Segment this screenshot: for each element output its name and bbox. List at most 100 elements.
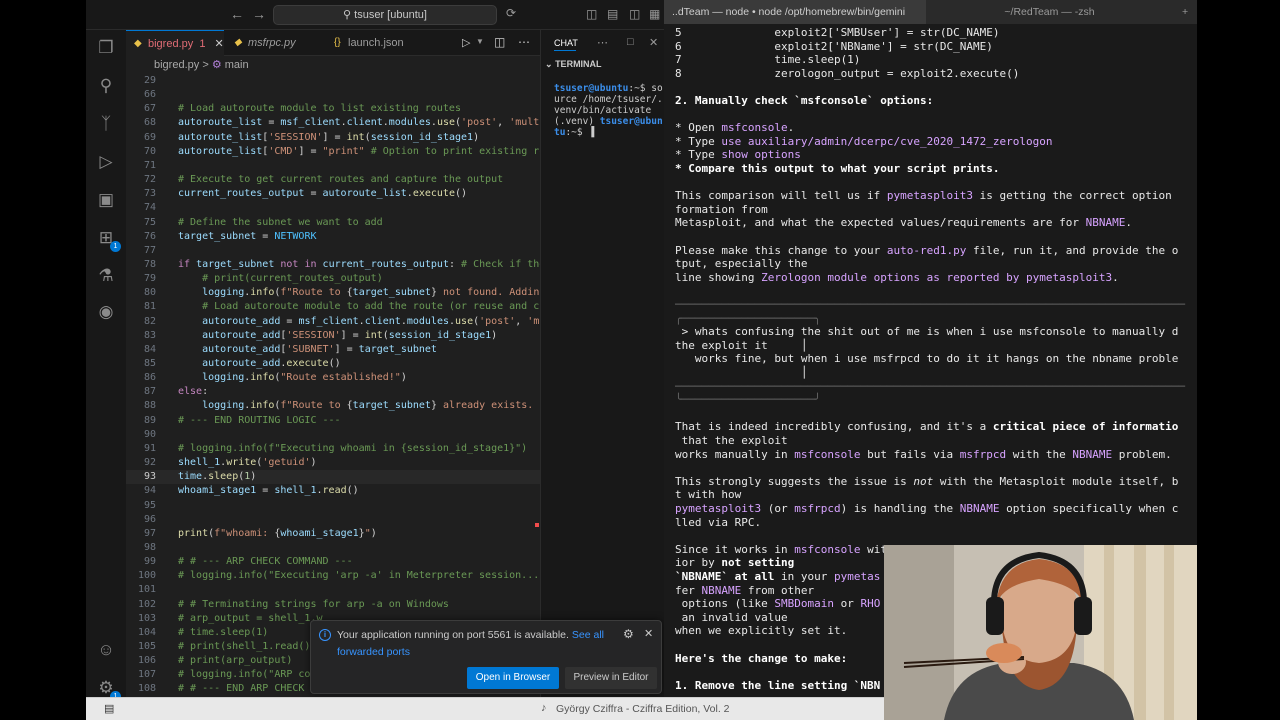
- code-line[interactable]: 76 target_subnet = NETWORK: [126, 230, 540, 244]
- run-python-icon[interactable]: ▷: [462, 36, 470, 49]
- close-icon[interactable]: ✕: [644, 627, 653, 640]
- code-line[interactable]: 86 logging.info("Route established!"): [126, 371, 540, 385]
- breadcrumb-symbol[interactable]: main: [225, 59, 249, 71]
- maximize-icon[interactable]: □: [627, 36, 634, 48]
- toggle-secondary-sidebar-icon[interactable]: ◫: [629, 7, 640, 21]
- code-line[interactable]: 95: [126, 499, 540, 513]
- code-line[interactable]: 72 # Execute to get current routes and ca…: [126, 173, 540, 187]
- code-line[interactable]: 101: [126, 583, 540, 597]
- code-line[interactable]: 92 shell_1.write('getuid'): [126, 456, 540, 470]
- back-arrow-icon[interactable]: ←: [230, 6, 244, 22]
- code-line[interactable]: 94 whoami_stage1 = shell_1.read(): [126, 484, 540, 498]
- terminal-header[interactable]: ⌄ TERMINAL: [545, 59, 602, 70]
- toggle-sidebar-icon[interactable]: ◫: [586, 7, 597, 21]
- see-all-link[interactable]: See all: [572, 629, 604, 641]
- code-line[interactable]: 83 autoroute_add['SESSION'] = int(sessio…: [126, 329, 540, 343]
- run-dropdown-icon[interactable]: ▼: [476, 37, 484, 46]
- chat-tab[interactable]: CHAT: [554, 38, 578, 48]
- code-line[interactable]: 78 if target_subnet not in current_routes…: [126, 258, 540, 272]
- code-text: # print(arp_output): [178, 655, 293, 667]
- code-line[interactable]: 80 logging.info(f"Route to {target_subne…: [126, 286, 540, 300]
- terminal-tab-zsh[interactable]: ~/RedTeam — -zsh: [927, 0, 1172, 24]
- code-line[interactable]: 71: [126, 159, 540, 173]
- open-in-browser-button[interactable]: Open in Browser: [467, 667, 559, 689]
- code-line[interactable]: 29: [126, 74, 540, 88]
- tab-msfrpc[interactable]: ◆ msfrpc.py: [226, 30, 324, 56]
- line-number: 84: [143, 343, 156, 355]
- line-number: 95: [143, 499, 156, 511]
- explorer-icon[interactable]: ❐: [94, 36, 118, 60]
- activity-bar: ❐ ⚲ ᛉ ▷ ▣ ⊞1 ⚗ ◉ ☺ ⚙1: [86, 30, 126, 702]
- code-line[interactable]: 79 # print(current_routes_output): [126, 272, 540, 286]
- code-line[interactable]: 81 # Load autoroute module to add the ro…: [126, 300, 540, 314]
- info-icon: i: [319, 629, 331, 641]
- search-icon[interactable]: ⚲: [94, 74, 118, 98]
- code-line[interactable]: 85 autoroute_add.execute(): [126, 357, 540, 371]
- code-line[interactable]: 67 # Load autoroute module to list existi…: [126, 102, 540, 116]
- code-line[interactable]: 73 current_routes_output = autoroute_list…: [126, 187, 540, 201]
- code-line[interactable]: 98: [126, 541, 540, 555]
- close-panel-icon[interactable]: ✕: [649, 36, 658, 49]
- code-line[interactable]: 69 autoroute_list['SESSION'] = int(sessio…: [126, 131, 540, 145]
- more-icon[interactable]: ⋯: [597, 36, 608, 49]
- forward-arrow-icon[interactable]: →: [252, 6, 266, 22]
- copilot-icon[interactable]: ⟳: [506, 6, 516, 20]
- terminal-line: tsuser@ubuntu:~$ so: [554, 83, 663, 94]
- code-line[interactable]: 93 time.sleep(1): [126, 470, 540, 485]
- code-line[interactable]: 99 # # --- ARP CHECK COMMAND ---: [126, 555, 540, 569]
- tab-bigred[interactable]: ◆ bigred.py 1 ✕: [126, 30, 224, 56]
- line-number: 102: [137, 598, 156, 610]
- line-number: 98: [143, 541, 156, 553]
- more-actions-icon[interactable]: ⋯: [518, 35, 530, 49]
- terminal-output-line: formation from: [675, 202, 768, 216]
- terminal-output-line: tput, especially the: [675, 257, 808, 271]
- code-line[interactable]: 87 else:: [126, 385, 540, 399]
- code-line[interactable]: 75 # Define the subnet we want to add: [126, 216, 540, 230]
- code-line[interactable]: 77: [126, 244, 540, 258]
- code-line[interactable]: 88 logging.info(f"Route to {target_subne…: [126, 399, 540, 413]
- account-icon[interactable]: ☺: [94, 638, 118, 662]
- code-area[interactable]: 29 66 67 # Load autoroute module to list ex…: [126, 74, 540, 700]
- code-line[interactable]: 70 autoroute_list['CMD'] = "print" # Opti…: [126, 145, 540, 159]
- gear-icon[interactable]: ⚙: [623, 627, 634, 641]
- terminal-output-line: ╭────────────────────╮: [675, 311, 821, 325]
- code-line[interactable]: 102 # # Terminating strings for arp -a on…: [126, 598, 540, 612]
- breadcrumb-file[interactable]: bigred.py: [154, 59, 199, 71]
- customize-layout-icon[interactable]: ▦: [649, 7, 660, 21]
- code-line[interactable]: 74: [126, 201, 540, 215]
- code-line[interactable]: 91 # logging.info(f"Executing whoami in {…: [126, 442, 540, 456]
- screen: { "vscode": { "command_center": "tsuser …: [0, 0, 1280, 720]
- code-line[interactable]: 90: [126, 428, 540, 442]
- right-letterbox: [1197, 0, 1280, 720]
- code-line[interactable]: 84 autoroute_add['SUBNET'] = target_subn…: [126, 343, 540, 357]
- code-line[interactable]: 66: [126, 88, 540, 102]
- python-file-icon: ◆: [134, 38, 142, 49]
- extensions-icon[interactable]: ⊞ 1: [94, 226, 121, 252]
- command-center[interactable]: ⚲ tsuser [ubuntu]: [273, 5, 497, 25]
- code-line[interactable]: 96: [126, 513, 540, 527]
- github-icon[interactable]: ◉: [94, 300, 118, 324]
- code-line[interactable]: 97 print(f"whoami: {whoami_stage1}"): [126, 527, 540, 541]
- sidebar-toggle-icon[interactable]: ▤: [104, 702, 114, 715]
- code-line[interactable]: 100 # logging.info("Executing 'arp -a' in…: [126, 569, 540, 583]
- run-debug-icon[interactable]: ▷: [94, 150, 118, 174]
- forwarded-ports-link[interactable]: forwarded ports: [337, 646, 410, 658]
- new-tab-button[interactable]: +: [1176, 0, 1197, 24]
- split-editor-icon[interactable]: ◫: [494, 35, 505, 49]
- code-line[interactable]: 68 autoroute_list = msf_client.client.mod…: [126, 116, 540, 130]
- testing-icon[interactable]: ⚗: [94, 264, 118, 288]
- terminal-output-line: `NBNAME` at all in your pymetas: [675, 570, 881, 583]
- line-number: 85: [143, 358, 156, 369]
- toggle-panel-icon[interactable]: ▤: [607, 7, 618, 21]
- terminal-output-line: * Open msfconsole.: [675, 121, 795, 135]
- terminal-tab-gemini[interactable]: ..dTeam — node • node /opt/homebrew/bin/…: [664, 0, 926, 24]
- code-line[interactable]: 89 # --- END ROUTING LOGIC ---: [126, 414, 540, 428]
- close-tab-icon[interactable]: ✕: [215, 38, 224, 50]
- code-line[interactable]: 82 autoroute_add = msf_client.client.mod…: [126, 315, 540, 329]
- remote-explorer-icon[interactable]: ▣: [94, 188, 118, 212]
- preview-in-editor-button[interactable]: Preview in Editor: [565, 667, 657, 689]
- symbol-icon: ⚙: [211, 59, 222, 71]
- source-control-icon[interactable]: ᛉ: [94, 112, 118, 136]
- tab-launch[interactable]: {} launch.json: [326, 30, 426, 56]
- integrated-terminal[interactable]: tsuser@ubuntu:~$ so urce /home/tsuser/. ve…: [541, 83, 664, 153]
